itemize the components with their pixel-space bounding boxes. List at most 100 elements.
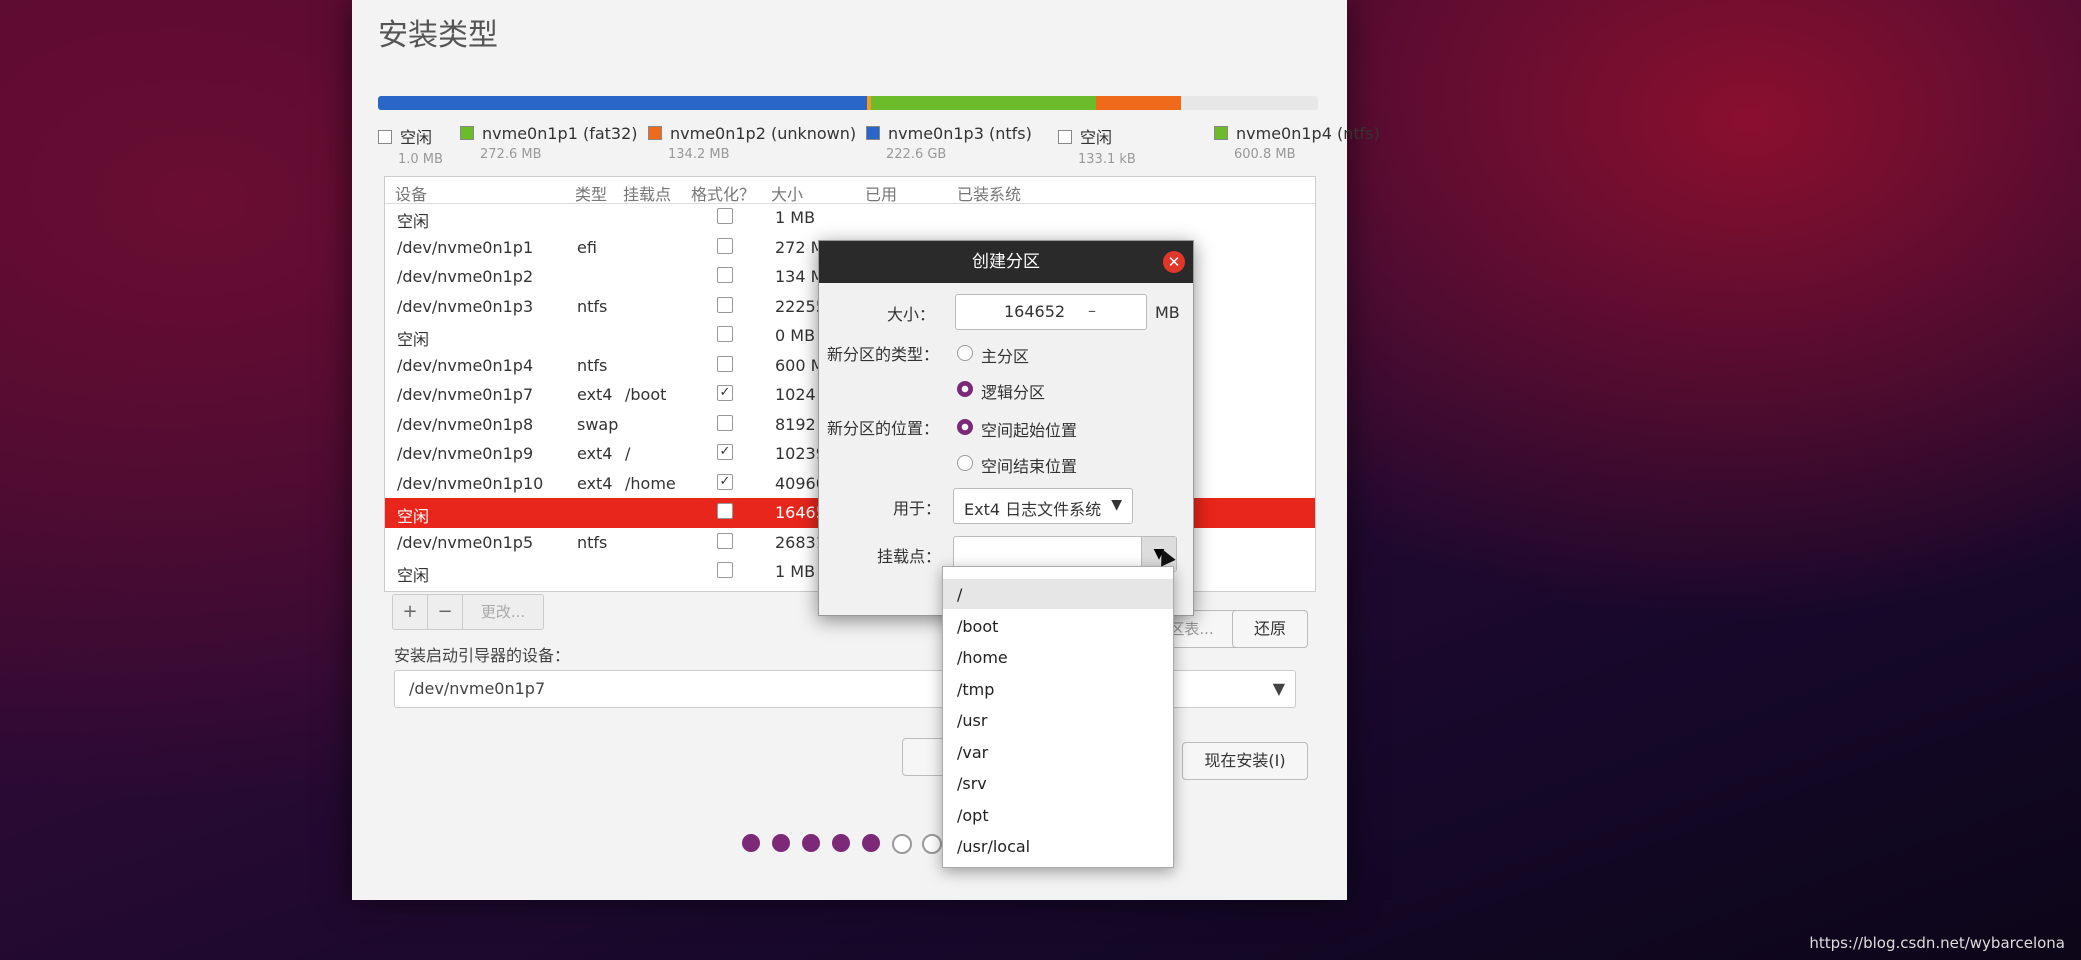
mount-option[interactable]: /usr/local — [943, 831, 1173, 861]
cell-device: /dev/nvme0n1p7 — [397, 385, 534, 404]
cell-device: /dev/nvme0n1p2 — [397, 267, 534, 286]
partition-toolbar: + − 更改... — [392, 594, 544, 630]
cell-mount: /home — [625, 473, 676, 493]
legend-label: nvme0n1p4 (ntfs) — [1236, 124, 1380, 143]
partition-segment — [1180, 96, 1318, 110]
mount-option-label: /home — [957, 648, 1008, 667]
mount-option-label: /var — [957, 742, 989, 762]
remove-partition-button[interactable]: − — [428, 595, 463, 629]
format-checkbox[interactable]: ✓ — [717, 444, 733, 460]
revert-button[interactable]: 还原 — [1232, 610, 1308, 648]
format-checkbox[interactable] — [717, 237, 733, 254]
legend-item: nvme0n1p1 (fat32) 272.6 MB — [460, 124, 638, 162]
type-logical-label: 逻辑分区 — [981, 383, 1046, 402]
legend-swatch — [866, 126, 880, 140]
format-checkbox[interactable] — [717, 355, 733, 372]
cell-device: /dev/nvme0n1p9 — [397, 444, 534, 463]
legend-size: 600.8 MB — [1234, 147, 1296, 162]
radio-primary[interactable] — [957, 345, 973, 361]
mount-option[interactable]: /tmp — [943, 674, 1173, 704]
location-end-label: 空间结束位置 — [981, 457, 1078, 476]
cell-mount: / — [625, 444, 631, 463]
page-title: 安装类型 — [378, 18, 498, 53]
cell-size: 1 MB — [775, 562, 816, 581]
cell-device: 空闲 — [397, 507, 430, 526]
legend-label: nvme0n1p1 (fat32) — [482, 124, 638, 143]
cell-device: /dev/nvme0n1p8 — [397, 414, 534, 434]
cell-size: 1 MB — [775, 208, 816, 227]
radio-logical[interactable] — [957, 381, 973, 397]
format-checkbox[interactable] — [717, 532, 733, 549]
install-now-button[interactable]: 现在安装(I) — [1182, 742, 1308, 780]
format-checkbox[interactable] — [717, 503, 733, 519]
format-checkbox[interactable]: ✓ — [717, 385, 733, 401]
legend-label: 空闲 — [400, 128, 433, 147]
mount-option[interactable]: /opt — [943, 800, 1173, 830]
mount-option-label: /srv — [957, 774, 987, 793]
size-input[interactable]: 164652 – — [955, 294, 1147, 330]
size-decrement-button[interactable]: – — [1088, 301, 1096, 320]
partition-segment — [1096, 96, 1181, 110]
format-checkbox[interactable] — [717, 296, 733, 313]
format-checkbox[interactable] — [717, 326, 733, 342]
cell-type: ntfs — [577, 532, 608, 552]
format-checkbox[interactable] — [717, 414, 733, 431]
radio-location-end[interactable] — [957, 455, 973, 471]
format-checkbox[interactable] — [717, 208, 733, 224]
partition-legend: 空闲 1.0 MB nvme0n1p1 (fat32) 272.6 MB nvme0n1… — [378, 124, 1380, 174]
mount-point-dropdown: / /boot/home/tmp/usr/var/srv/opt/usr/loca… — [942, 566, 1174, 868]
mount-option[interactable]: /srv — [943, 768, 1173, 798]
bootloader-value: /dev/nvme0n1p7 — [409, 679, 546, 698]
legend-size: 133.1 kB — [1078, 152, 1136, 167]
mount-option[interactable]: /var — [943, 737, 1173, 767]
partition-bar — [378, 96, 1318, 110]
step-dot — [832, 834, 850, 852]
header-device: 设备 — [395, 185, 428, 204]
step-dot — [802, 834, 820, 852]
legend-size: 134.2 MB — [668, 147, 730, 162]
mount-option-label: /boot — [957, 616, 999, 636]
mount-option[interactable]: /home — [943, 642, 1173, 672]
legend-size: 222.6 GB — [886, 147, 947, 162]
mount-label: 挂载点： — [876, 547, 941, 566]
type-primary-label: 主分区 — [981, 347, 1030, 366]
mount-option[interactable]: /usr — [943, 705, 1173, 735]
format-checkbox[interactable] — [717, 267, 733, 283]
type-label: 新分区的类型： — [827, 345, 940, 364]
cell-device: /dev/nvme0n1p10 — [397, 473, 544, 493]
mount-option[interactable]: / — [943, 579, 1173, 609]
add-partition-button[interactable]: + — [393, 595, 428, 629]
size-label: 大小： — [886, 305, 935, 324]
use-as-value: Ext4 日志文件系统 — [964, 500, 1102, 519]
header-format: 格式化？ — [691, 185, 756, 204]
change-partition-button[interactable]: 更改... — [465, 595, 541, 629]
header-used: 已用 — [865, 185, 898, 204]
mount-option-label: /usr — [957, 711, 988, 730]
radio-location-start[interactable] — [957, 419, 973, 435]
create-partition-dialog: 创建分区 ✕ 大小： 164652 – MB 新分区的类型： 主分区 逻辑分区 … — [818, 240, 1194, 616]
cell-mount: /boot — [625, 385, 667, 404]
legend-label: nvme0n1p3 (ntfs) — [888, 124, 1032, 143]
partition-segment — [378, 96, 867, 110]
legend-swatch — [378, 130, 392, 144]
mount-option-label: /opt — [957, 805, 989, 825]
mount-option-label: /tmp — [957, 679, 995, 699]
cell-device: /dev/nvme0n1p5 — [397, 532, 534, 552]
cell-size: 0 MB — [775, 326, 816, 345]
step-dot — [742, 834, 760, 852]
chevron-down-icon: ▼ — [1111, 497, 1122, 513]
table-row[interactable]: 空闲 1 MB — [385, 203, 1315, 233]
legend-swatch — [460, 126, 474, 140]
use-as-select[interactable]: Ext4 日志文件系统 ▼ — [953, 488, 1133, 524]
cell-device: 空闲 — [397, 566, 430, 585]
format-checkbox[interactable] — [717, 562, 733, 578]
step-dot — [862, 834, 880, 852]
cell-type: swap — [577, 414, 619, 434]
format-checkbox[interactable]: ✓ — [717, 473, 733, 490]
legend-swatch — [1214, 126, 1228, 140]
close-icon[interactable]: ✕ — [1163, 251, 1185, 273]
table-header: 设备 类型 挂载点 格式化？ 大小 已用 已装系统 — [385, 177, 1315, 204]
size-value: 164652 — [1004, 302, 1066, 321]
size-unit: MB — [1155, 303, 1180, 322]
mount-option[interactable]: /boot — [943, 611, 1173, 641]
